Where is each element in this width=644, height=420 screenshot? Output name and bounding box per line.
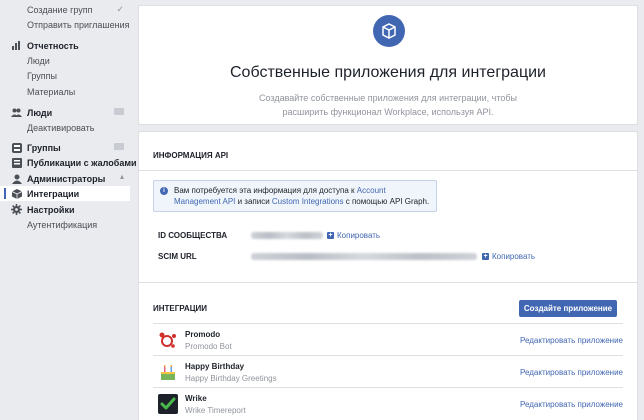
app-description: Happy Birthday Greetings xyxy=(185,374,277,383)
scim-url-label: SCIM URL xyxy=(158,252,197,261)
page-subtitle: Создавайте собственные приложения для ин… xyxy=(258,93,518,117)
community-id-label: ID СООБЩЕСТВА xyxy=(158,231,228,240)
sidebar-item-label: Деактивировать xyxy=(27,122,95,133)
copy-label: Копировать xyxy=(492,252,536,261)
notice-text-prefix: Вам потребуется эта информация для досту… xyxy=(174,186,357,195)
sidebar-item-label: Аутентификация xyxy=(27,219,98,230)
sidebar-item-reported-posts[interactable]: Публикации с жалобами xyxy=(0,155,137,170)
check-icon: ✓ xyxy=(116,4,124,14)
app-name: Happy Birthday xyxy=(185,362,245,371)
notice-text-mid: и записи xyxy=(235,197,272,206)
reports-icon xyxy=(11,157,22,168)
cube-icon xyxy=(373,15,405,47)
sidebar-item-label: Люди xyxy=(27,55,50,66)
admin-icon xyxy=(11,173,22,184)
sidebar-item-label: Создание групп xyxy=(27,4,93,15)
gear-icon xyxy=(11,204,22,215)
info-notice-text: Вам потребуется эта информация для досту… xyxy=(174,185,434,207)
info-notice: i Вам потребуется эта информация для дос… xyxy=(153,180,437,212)
birthday-icon xyxy=(158,362,178,382)
copy-icon: + xyxy=(327,232,334,239)
edit-app-button[interactable]: Редактировать приложение xyxy=(520,368,623,377)
sidebar-item-label: Люди xyxy=(27,107,53,118)
sidebar-item-create-groups[interactable]: Создание групп ✓ xyxy=(0,2,130,17)
sidebar-item-label: Группы xyxy=(27,142,61,153)
sidebar-item-label: Администраторы xyxy=(27,173,106,184)
community-id-value xyxy=(251,232,323,239)
sidebar-item-reports-content[interactable]: Материалы xyxy=(0,84,130,99)
sidebar-item-integrations[interactable]: Интеграции xyxy=(0,186,130,201)
sidebar-item-reports[interactable]: Отчетность xyxy=(0,38,130,53)
list-item: Happy Birthday Happy Birthday Greetings … xyxy=(153,356,623,388)
integrations-title: ИНТЕГРАЦИИ xyxy=(153,304,208,313)
sidebar: Создание групп ✓ Отправить приглашения О… xyxy=(0,0,137,420)
header-panel: Собственные приложения для интеграции Со… xyxy=(138,5,638,125)
sidebar-item-reports-groups[interactable]: Группы xyxy=(0,68,130,83)
app-name: Wrike xyxy=(185,394,207,403)
sidebar-item-deactivate[interactable]: Деактивировать xyxy=(0,120,130,135)
sidebar-item-reports-people[interactable]: Люди xyxy=(0,53,130,68)
cube-icon xyxy=(11,188,22,199)
sidebar-item-label: Публикации с жалобами xyxy=(27,157,137,168)
up-arrow-icon: ▴ xyxy=(119,172,124,181)
info-icon: i xyxy=(160,187,168,195)
sidebar-item-admins[interactable]: Администраторы ▴ xyxy=(0,171,130,186)
create-app-button[interactable]: Создайте приложение xyxy=(519,300,617,317)
sidebar-item-label: Настройки xyxy=(27,204,75,215)
sidebar-item-groups[interactable]: Группы xyxy=(0,140,130,155)
divider xyxy=(139,282,637,283)
page-title: Собственные приложения для интеграции xyxy=(230,64,546,81)
edit-app-button[interactable]: Редактировать приложение xyxy=(520,400,623,409)
copy-community-id-button[interactable]: + Копировать xyxy=(327,231,380,240)
custom-integrations-link[interactable]: Custom Integrations xyxy=(272,197,344,206)
sidebar-item-authentication[interactable]: Аутентификация xyxy=(0,217,130,232)
edit-app-button[interactable]: Редактировать приложение xyxy=(520,336,623,345)
sidebar-item-settings[interactable]: Настройки xyxy=(0,202,130,217)
app-description: Wrike Timereport xyxy=(185,406,246,415)
list-item: Wrike Wrike Timereport Редактировать при… xyxy=(153,388,623,420)
list-item: Promodo Promodo Bot Редактировать прилож… xyxy=(153,324,623,356)
bar-chart-icon xyxy=(11,40,22,51)
sidebar-item-send-invites[interactable]: Отправить приглашения xyxy=(0,17,130,32)
promodo-icon xyxy=(158,330,178,350)
wrike-icon xyxy=(158,394,178,414)
sidebar-item-people[interactable]: Люди xyxy=(0,105,130,120)
notice-text-suffix: с помощью API Graph. xyxy=(343,197,430,206)
main-panel: ИНФОРМАЦИЯ API i Вам потребуется эта инф… xyxy=(138,131,638,420)
copy-icon: + xyxy=(482,253,489,260)
groups-icon xyxy=(11,142,22,153)
copy-label: Копировать xyxy=(337,231,381,240)
divider xyxy=(139,170,637,171)
app-description: Promodo Bot xyxy=(185,342,232,351)
api-info-title: ИНФОРМАЦИЯ API xyxy=(153,151,229,160)
copy-scim-url-button[interactable]: + Копировать xyxy=(482,252,535,261)
sidebar-item-label: Интеграции xyxy=(27,188,80,199)
people-icon xyxy=(11,107,22,118)
sidebar-item-label: Группы xyxy=(27,70,57,81)
count-badge xyxy=(114,143,124,150)
count-badge xyxy=(114,108,124,115)
sidebar-item-label: Отчетность xyxy=(27,40,79,51)
scim-url-value xyxy=(251,253,477,260)
sidebar-item-label: Отправить приглашения xyxy=(27,19,130,30)
sidebar-item-label: Материалы xyxy=(27,86,76,97)
app-name: Promodo xyxy=(185,330,221,339)
